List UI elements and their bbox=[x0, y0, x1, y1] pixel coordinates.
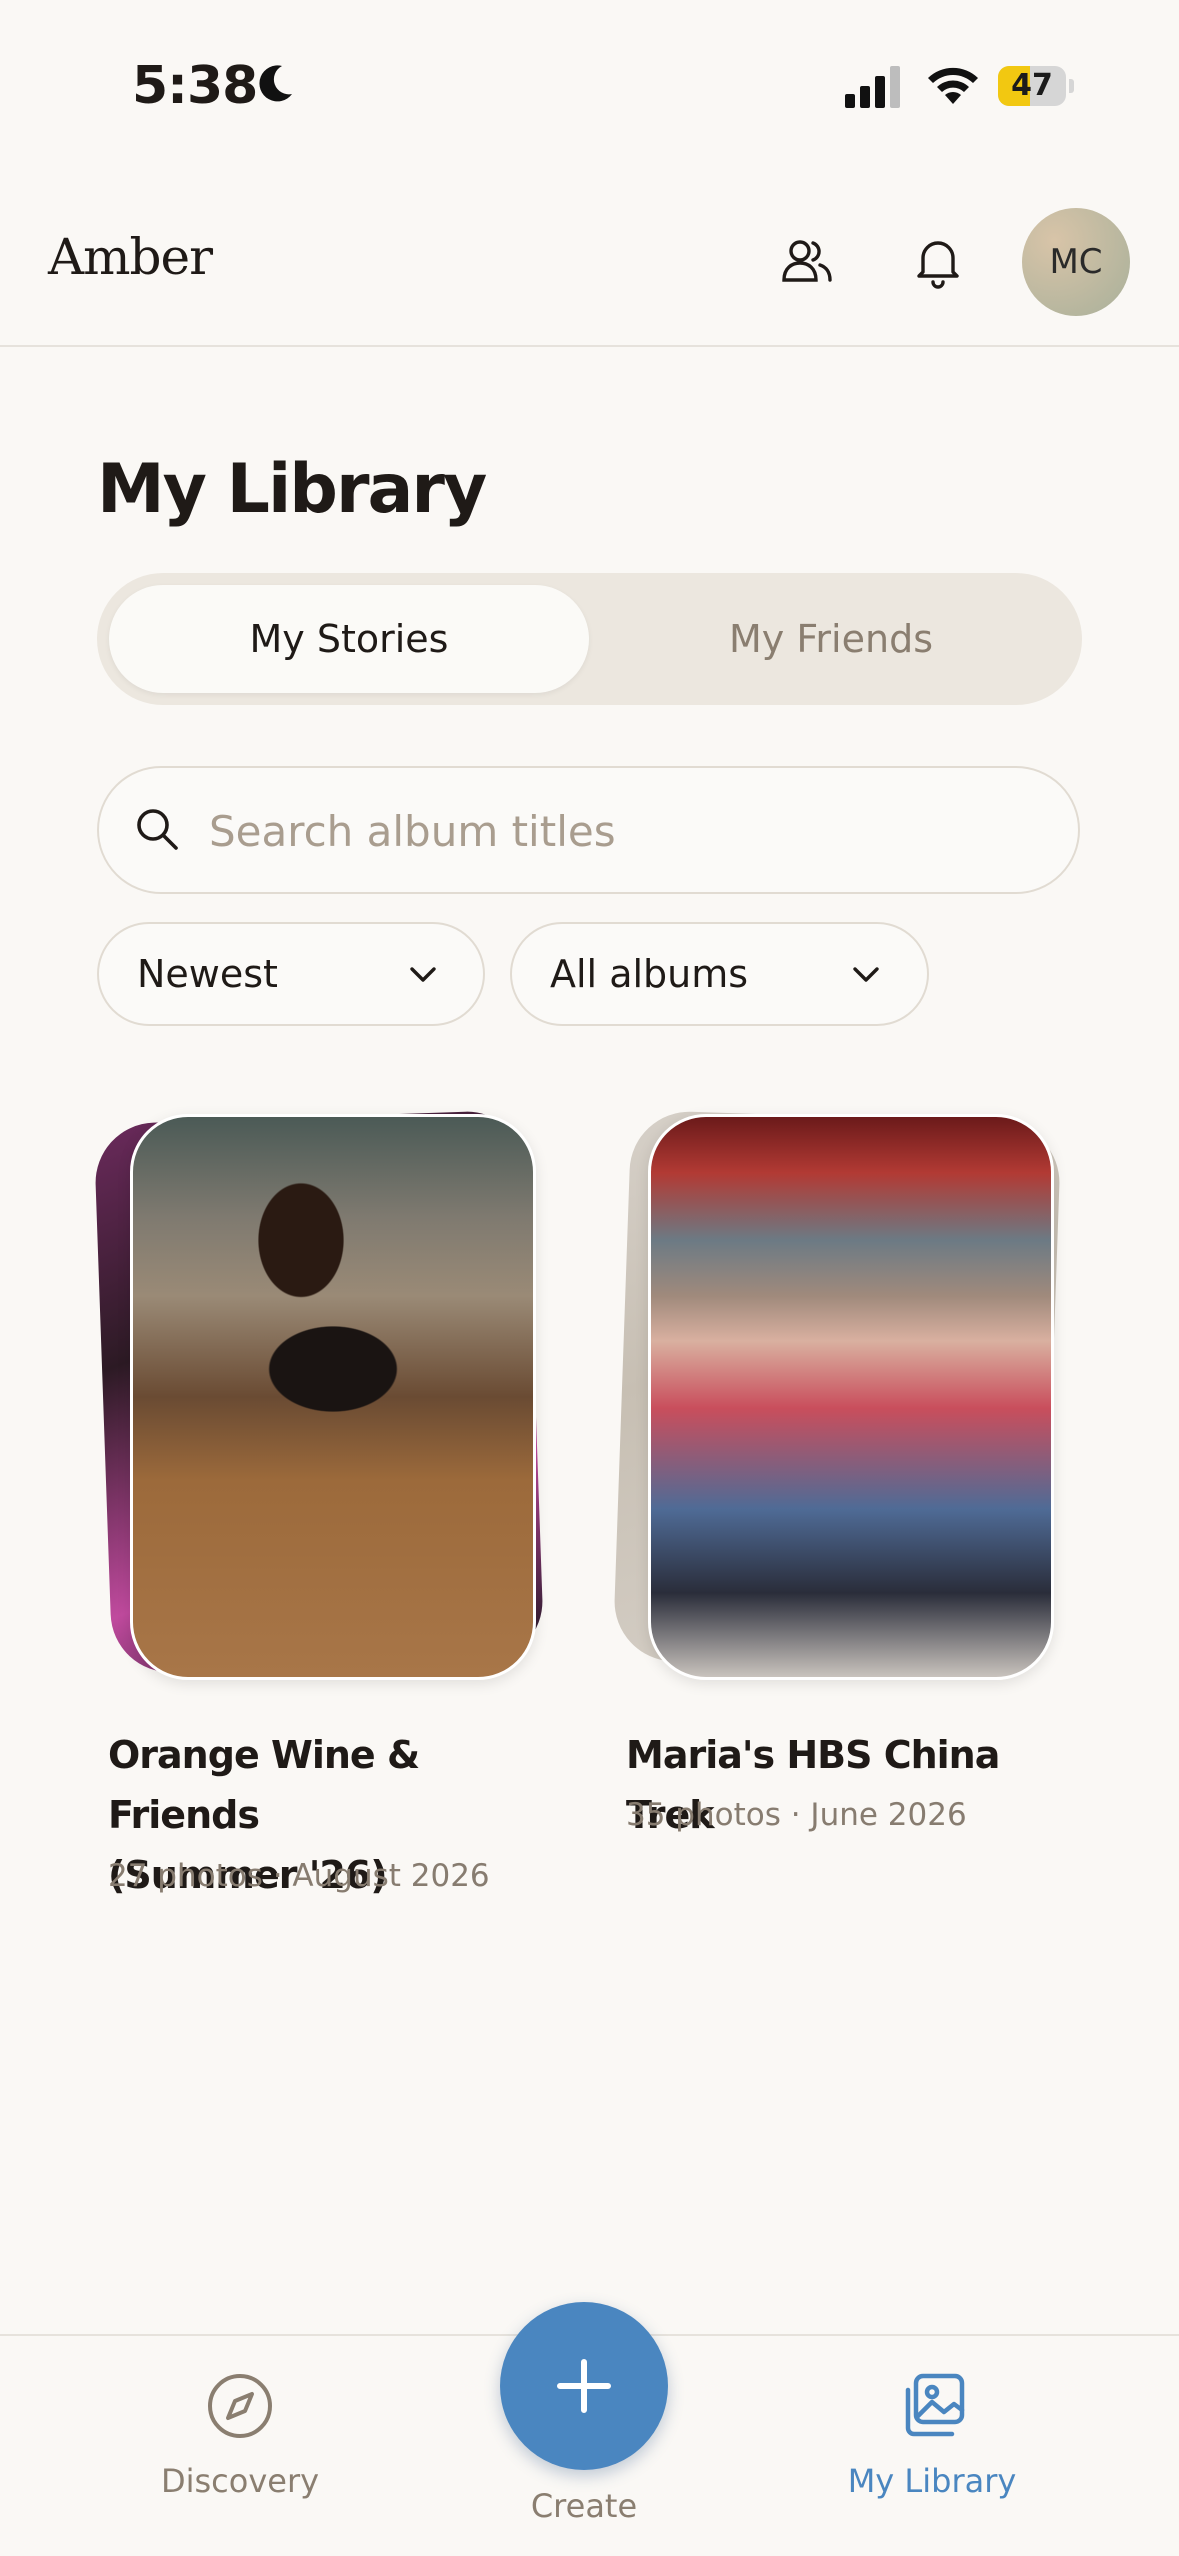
wifi-icon bbox=[928, 67, 978, 104]
chevron-down-icon bbox=[410, 967, 436, 982]
nav-my-library[interactable]: My Library bbox=[822, 2370, 1042, 2510]
chevron-down-icon bbox=[853, 967, 879, 982]
photo-library-icon bbox=[905, 2373, 965, 2437]
album-meta: 27 photos · August 2026 bbox=[108, 1858, 490, 1894]
battery-icon: 47 bbox=[998, 66, 1074, 106]
nav-discovery-label: Discovery bbox=[160, 2462, 320, 2500]
album-cover-photo[interactable] bbox=[130, 1114, 536, 1680]
sort-dropdown[interactable]: Newest bbox=[97, 922, 485, 1026]
header-divider bbox=[0, 345, 1179, 347]
plus-icon bbox=[557, 2359, 611, 2413]
bell-icon[interactable] bbox=[909, 232, 967, 290]
search-field[interactable] bbox=[97, 766, 1080, 894]
page-title: My Library bbox=[97, 450, 487, 529]
album-scope-dropdown[interactable]: All albums bbox=[510, 922, 929, 1026]
user-avatar[interactable]: MC bbox=[1022, 208, 1130, 316]
nav-my-library-label: My Library bbox=[847, 2462, 1017, 2500]
battery-level: 47 bbox=[1011, 68, 1053, 103]
nav-create-label: Create bbox=[530, 2487, 638, 2525]
search-icon bbox=[137, 809, 178, 850]
nav-discovery[interactable]: Discovery bbox=[130, 2370, 350, 2510]
tab-my-friends[interactable]: My Friends bbox=[592, 585, 1070, 693]
tab-my-stories[interactable]: My Stories bbox=[109, 585, 589, 693]
album-title-line: Orange Wine & Friends bbox=[108, 1733, 420, 1837]
app-brand[interactable]: Amber bbox=[48, 228, 213, 286]
status-time: 5:38 bbox=[132, 56, 258, 116]
sort-dropdown-label: Newest bbox=[137, 952, 278, 996]
create-button[interactable] bbox=[500, 2302, 668, 2470]
cellular-signal-icon bbox=[845, 66, 900, 108]
album-cover-photo[interactable] bbox=[648, 1114, 1054, 1680]
search-input[interactable] bbox=[207, 768, 1051, 894]
moon-icon bbox=[259, 65, 292, 102]
friends-icon[interactable] bbox=[778, 232, 836, 290]
compass-icon bbox=[208, 2374, 272, 2438]
album-meta: 35 photos · June 2026 bbox=[626, 1797, 967, 1833]
album-scope-dropdown-label: All albums bbox=[550, 952, 749, 996]
